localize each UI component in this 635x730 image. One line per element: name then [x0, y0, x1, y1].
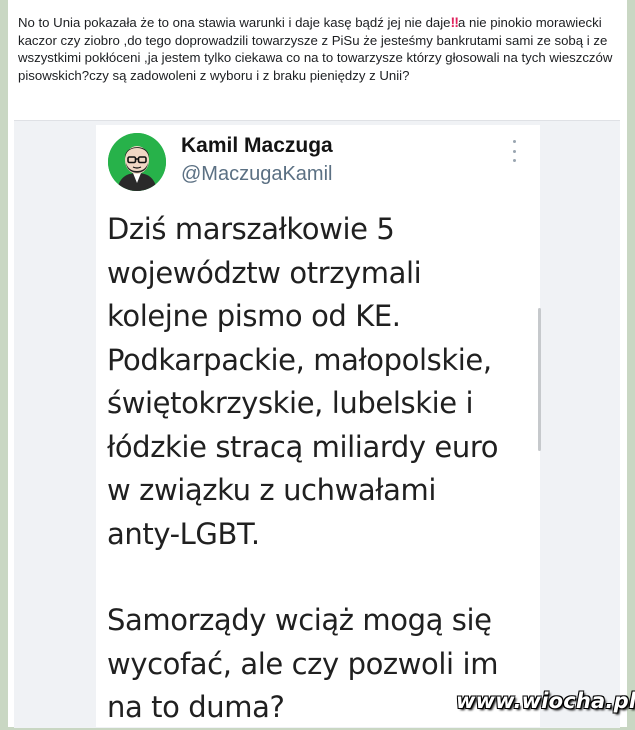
tweet-line: Dziś marszałkowie 5	[107, 212, 395, 246]
tweet-line: wycofać, ale czy pozwoli im	[107, 646, 499, 681]
tweet-line: anty-LGBT.	[107, 516, 260, 551]
tweet-line: Samorządy wciąż mogą się	[107, 603, 492, 637]
double-exclamation-icon: ‼	[450, 14, 460, 30]
post-text-part1: No to Unia pokazała że to ona stawia war…	[18, 15, 451, 30]
tweet-line: w związku z uchwałami	[107, 473, 436, 507]
avatar-illustration-icon	[108, 133, 166, 191]
vertical-dots-icon[interactable]	[510, 140, 518, 162]
tweet-line: województw otrzymali	[107, 255, 422, 290]
tweet-body: Dziś marszałkowie 5 województw otrzymali…	[107, 208, 537, 730]
tweet-line: Podkarpackie, małopolskie,	[107, 342, 492, 377]
tweet-line: łódzkie stracą miliardy euro	[107, 429, 499, 464]
author-name[interactable]: Kamil Maczuga	[181, 134, 333, 158]
tweet-line: kolejne pismo od KE.	[107, 299, 401, 333]
post-text: No to Unia pokazała że to ona stawia war…	[18, 14, 614, 84]
tweet-line: świętokrzyskie, lubelskie i	[107, 386, 474, 420]
avatar[interactable]	[108, 133, 166, 191]
author-handle[interactable]: @MaczugaKamil	[181, 163, 332, 186]
scrollbar[interactable]	[538, 308, 541, 451]
site-watermark: www.wiocha.pl	[456, 689, 635, 713]
